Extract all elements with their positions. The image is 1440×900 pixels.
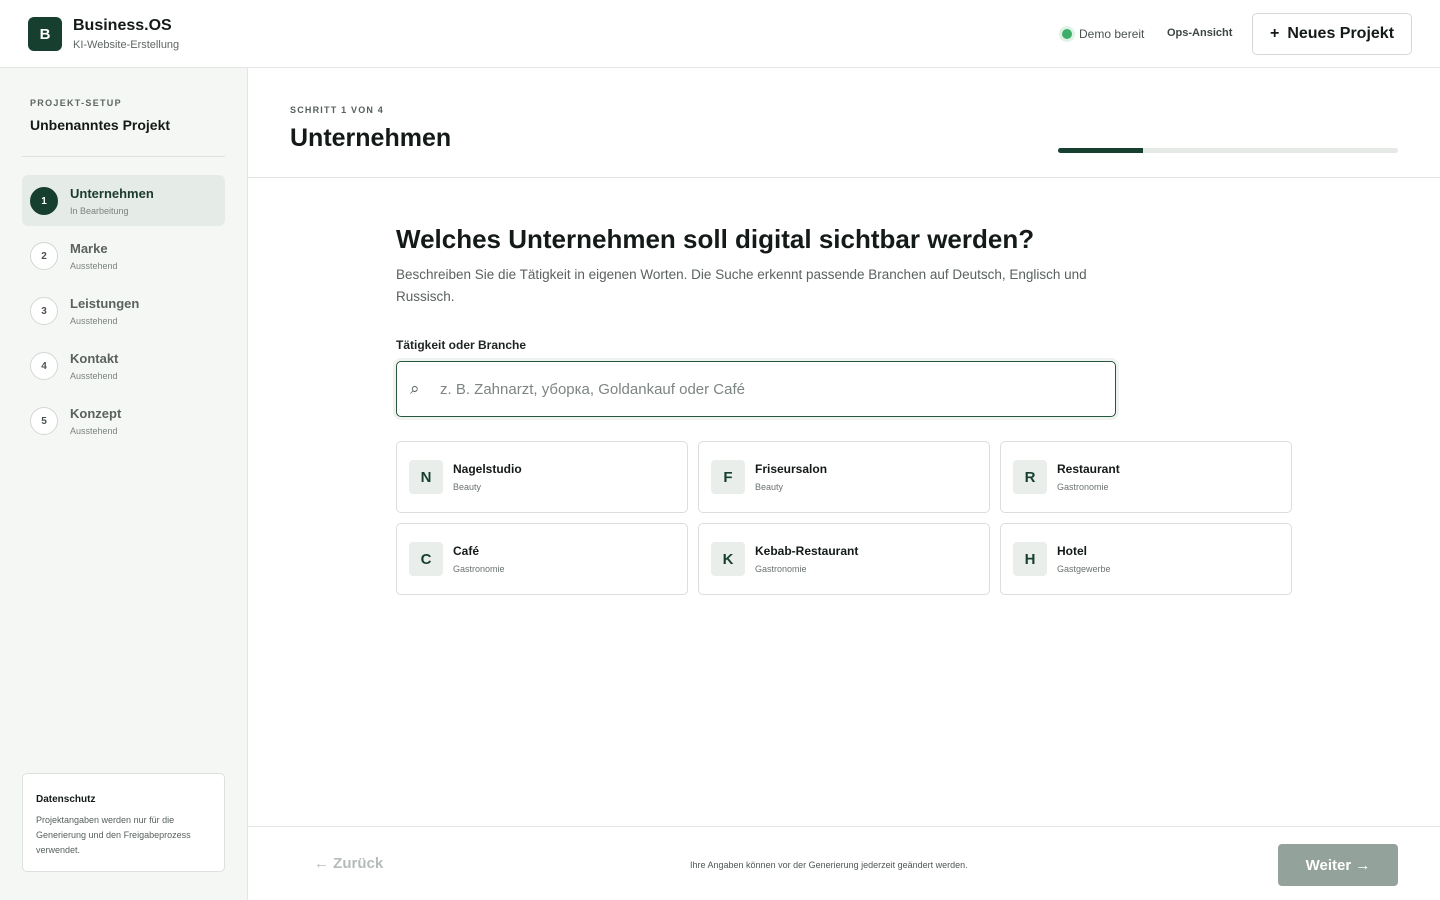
step-number: 1 [30,187,58,215]
project-name: Unbenanntes Projekt [30,117,171,133]
status-indicator: Demo bereit [1062,27,1144,41]
privacy-text: Projektangaben werden nur für die Generi… [36,815,191,855]
footer-note: Ihre Angaben können vor der Generierung … [690,860,968,870]
new-project-button[interactable]: + Neues Projekt [1252,13,1412,55]
suggestion-card-restaurant[interactable]: R Restaurant Gastronomie [1000,441,1292,513]
field-label: Tätigkeit oder Branche [396,338,527,352]
brand-subtitle: KI-Website-Erstellung [73,39,180,51]
page-title: Unternehmen [290,124,452,152]
new-project-label: Neues Projekt [1287,25,1395,42]
step-kicker: SCHRITT 1 VON 4 [290,105,385,115]
sidebar-step-konzept[interactable]: 5 Konzept Ausstehend [22,395,225,446]
suggestion-card-cafe[interactable]: C Café Gastronomie [396,523,688,595]
step-number: 4 [30,352,58,380]
ops-view-link[interactable]: Ops-Ansicht [1167,27,1232,39]
sidebar-step-marke[interactable]: 2 Marke Ausstehend [22,230,225,281]
sidebar-step-leistungen[interactable]: 3 Leistungen Ausstehend [22,285,225,336]
question-description: Beschreiben Sie die Tätigkeit in eigenen… [396,267,1087,304]
top-bar: B Business.OS KI-Website-Erstellung Demo… [0,0,1440,68]
back-button[interactable]: ← Zurück [314,855,383,872]
step-status: In Bearbeitung [70,206,129,216]
card-category: Gastronomie [453,564,505,574]
logo[interactable]: B [28,17,62,51]
card-letter-badge: C [409,542,443,576]
suggestion-card-nagelstudio[interactable]: N Nagelstudio Beauty [396,441,688,513]
step-header: SCHRITT 1 VON 4 Unternehmen [248,68,1440,178]
card-category: Beauty [755,482,784,492]
card-title: Friseursalon [755,462,828,476]
step-status: Ausstehend [70,316,118,326]
sidebar-kicker: PROJEKT-SETUP [30,98,122,108]
status-dot-icon [1062,29,1072,39]
sidebar: PROJEKT-SETUP Unbenanntes Projekt 1 Unte… [0,68,248,900]
sidebar-step-kontakt[interactable]: 4 Kontakt Ausstehend [22,340,225,391]
search-field[interactable]: ⌕ [396,361,1116,417]
plus-icon: + [1269,25,1280,42]
progress-bar [1058,148,1398,153]
step-number: 3 [30,297,58,325]
status-text: Demo bereit [1079,27,1145,41]
suggestion-card-friseursalon[interactable]: F Friseursalon Beauty [698,441,990,513]
question-heading: Welches Unternehmen soll digital sichtba… [396,224,1035,254]
search-icon: ⌕ [410,379,420,398]
next-button[interactable]: Weiter → [1278,844,1398,886]
card-category: Gastgewerbe [1057,564,1111,574]
privacy-note: Datenschutz Projektangaben werden nur fü… [22,773,225,872]
step-status: Ausstehend [70,371,118,381]
privacy-title: Datenschutz [36,794,96,805]
sidebar-step-unternehmen[interactable]: 1 Unternehmen In Bearbeitung [22,175,225,226]
step-title: Leistungen [70,296,140,311]
card-letter-badge: K [711,542,745,576]
card-title: Restaurant [1057,462,1120,476]
step-number: 2 [30,242,58,270]
step-title: Unternehmen [70,186,154,201]
step-status: Ausstehend [70,426,118,436]
step-title: Marke [70,241,108,256]
suggestion-card-hotel[interactable]: H Hotel Gastgewerbe [1000,523,1292,595]
card-category: Beauty [453,482,482,492]
progress-fill [1058,148,1143,153]
step-number: 5 [30,407,58,435]
card-title: Nagelstudio [453,462,522,476]
step-title: Konzept [70,406,122,421]
wizard-footer: ← Zurück Ihre Angaben können vor der Gen… [248,826,1440,900]
suggestion-card-kebab-restaurant[interactable]: K Kebab-Restaurant Gastronomie [698,523,990,595]
step-title: Kontakt [70,351,119,366]
card-title: Kebab-Restaurant [755,544,859,558]
card-title: Hotel [1057,544,1087,558]
card-letter-badge: N [409,460,443,494]
card-letter-badge: H [1013,542,1047,576]
card-letter-badge: F [711,460,745,494]
card-category: Gastronomie [1057,482,1109,492]
sidebar-divider [22,156,225,157]
search-input[interactable] [440,362,1100,416]
card-title: Café [453,544,480,558]
card-category: Gastronomie [755,564,807,574]
step-status: Ausstehend [70,261,118,271]
brand-title: Business.OS [73,17,172,34]
card-letter-badge: R [1013,460,1047,494]
